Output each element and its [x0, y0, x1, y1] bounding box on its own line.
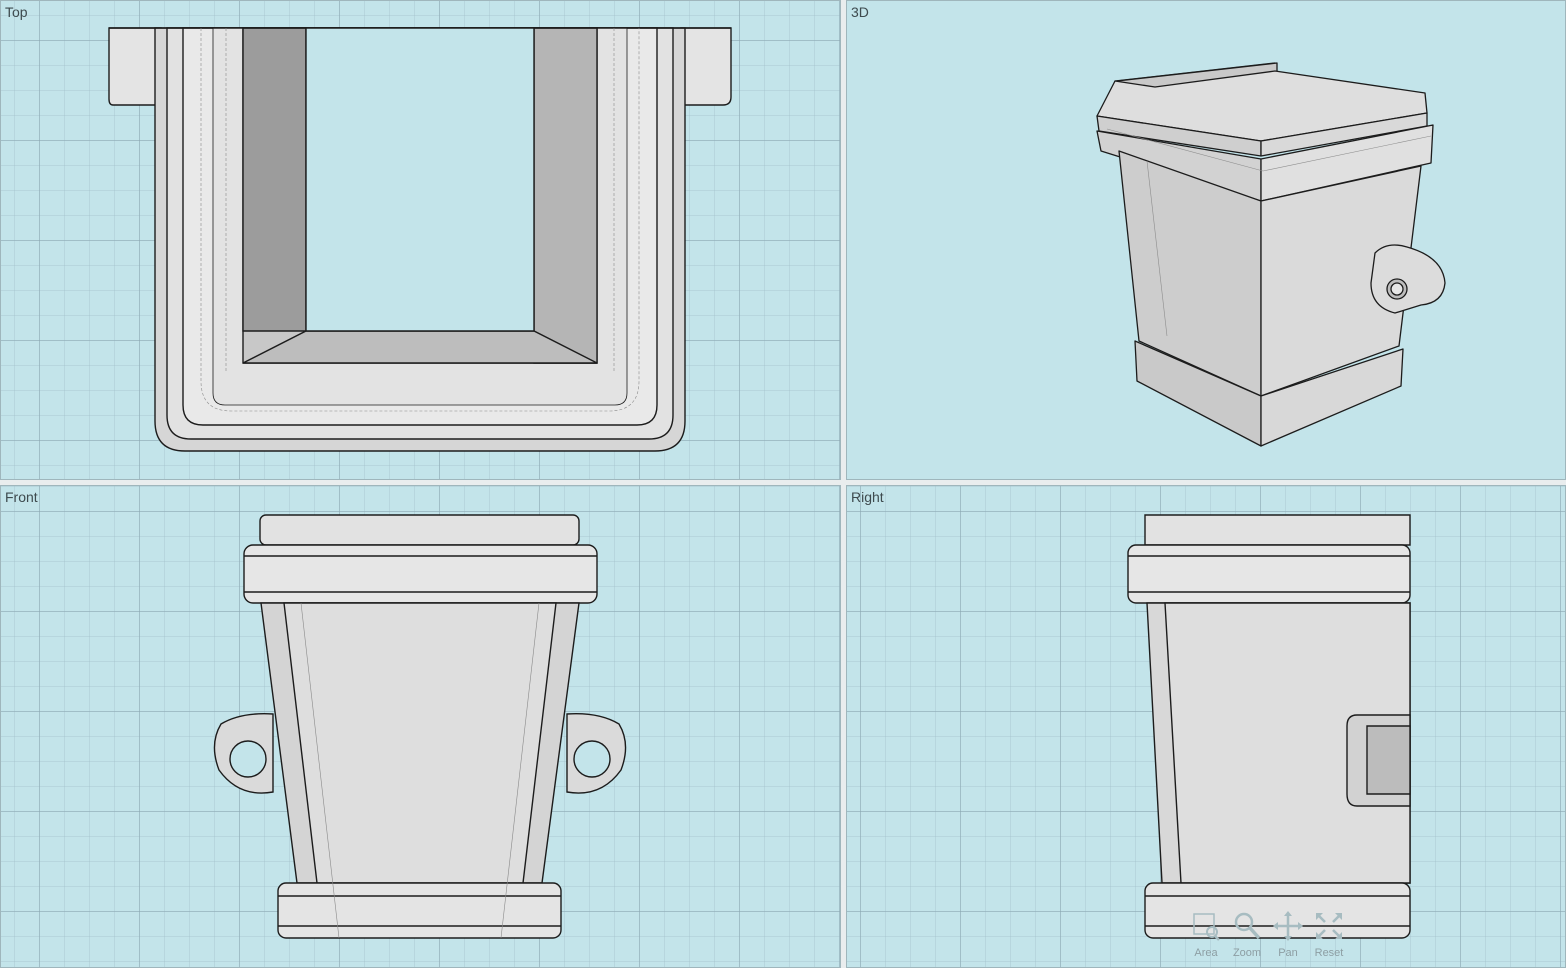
pan-icon [1273, 911, 1303, 941]
zoom-icon [1234, 912, 1261, 940]
reset-label: Reset [1314, 947, 1344, 959]
top-view-drawing [108, 27, 732, 452]
right-viewport[interactable]: Right [846, 485, 1566, 968]
front-viewport[interactable]: Front [0, 485, 841, 968]
3d-view-drawing [1096, 62, 1446, 447]
3d-viewport[interactable]: 3D [846, 0, 1566, 480]
area-zoom-button[interactable]: Area [1186, 908, 1226, 964]
reset-button[interactable]: Reset [1309, 908, 1349, 964]
left-ear [108, 27, 162, 106]
zoom-label: Zoom [1232, 947, 1262, 959]
right-ear [680, 27, 732, 106]
right-view-drawing [1127, 514, 1411, 939]
area-zoom-label: Area [1194, 947, 1218, 959]
front-view-drawing [213, 514, 627, 939]
zoom-button[interactable]: Zoom [1227, 908, 1267, 964]
pan-button[interactable]: Pan [1268, 908, 1308, 964]
reset-view-icon [1316, 913, 1342, 939]
top-viewport[interactable]: Top [0, 0, 841, 480]
pan-label: Pan [1278, 947, 1298, 959]
area-zoom-icon [1193, 913, 1220, 941]
view-navigation-toolbar: Area Zoom Pan Reset [1186, 908, 1352, 964]
